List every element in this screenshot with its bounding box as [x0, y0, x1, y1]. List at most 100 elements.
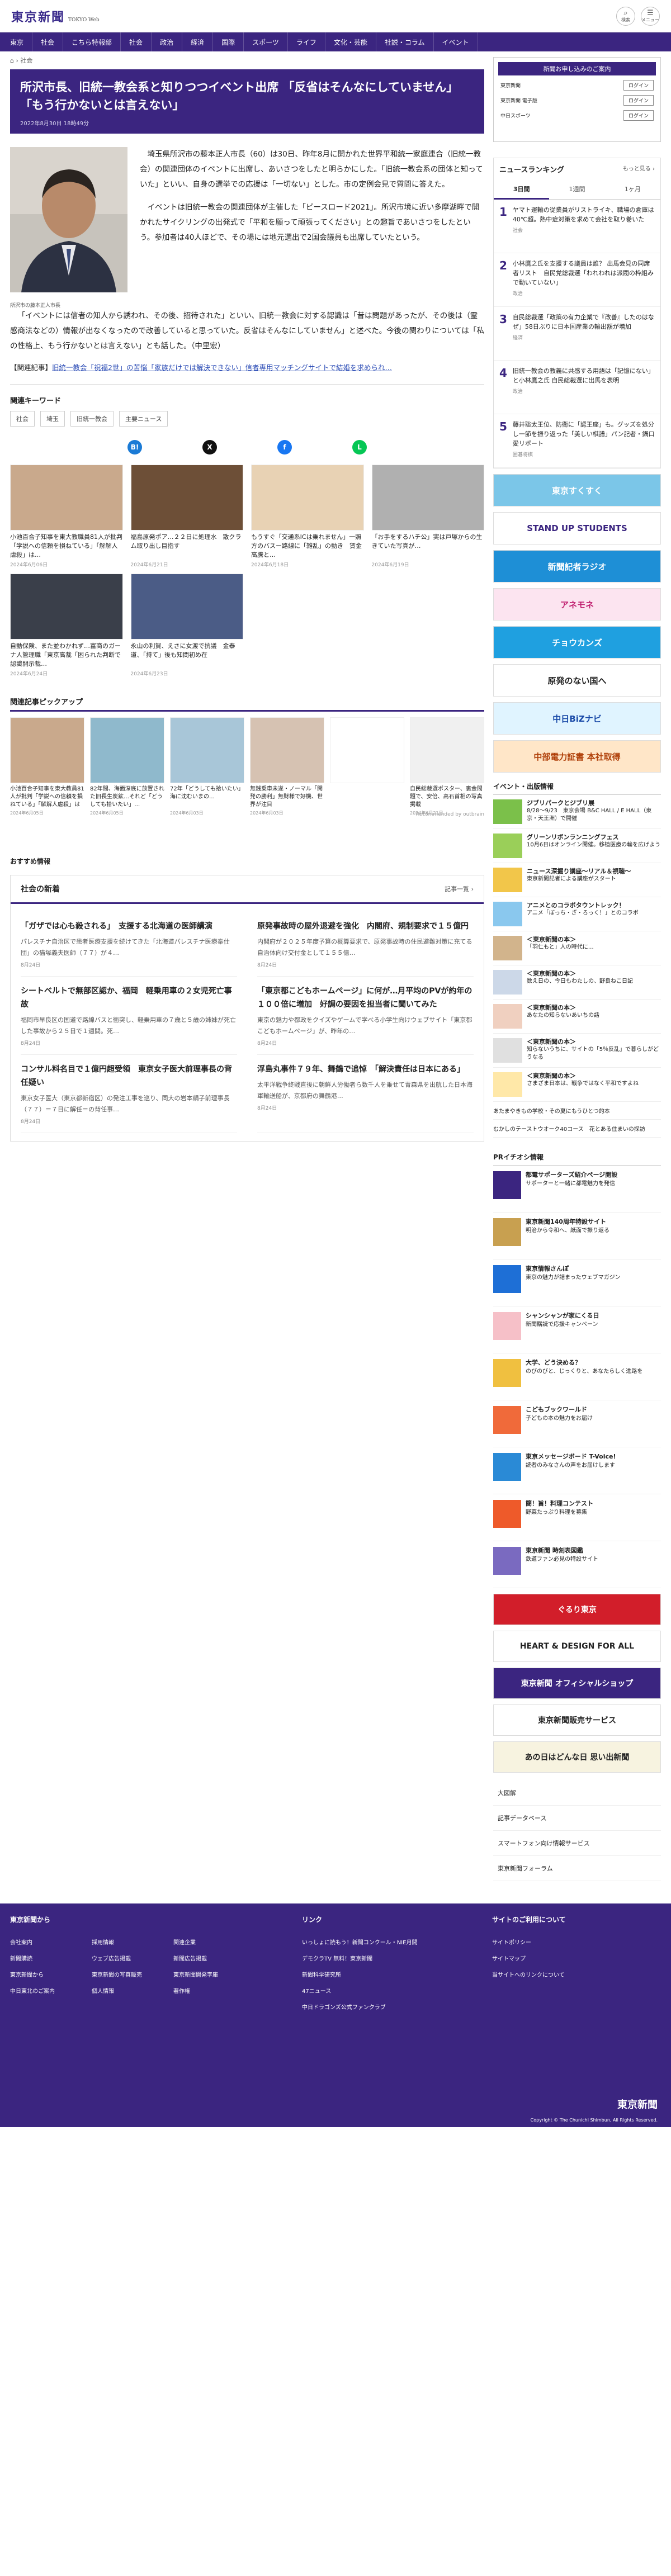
- footer-logo[interactable]: 東京新聞: [617, 2097, 658, 2111]
- event-item[interactable]: ＜東京新聞の本＞ あなたの知らないあいちの話: [493, 1000, 661, 1034]
- keyword-tag[interactable]: 主要ニュース: [119, 411, 168, 427]
- pr-item[interactable]: 東京メッセージボード T-Voice! 読者のみなさんの声をお届けします: [493, 1447, 661, 1494]
- footer-link[interactable]: 新聞広告掲載: [173, 1954, 246, 1962]
- facebook-icon[interactable]: f: [277, 440, 292, 454]
- footer-link[interactable]: 中日東北のご案内: [10, 1986, 83, 1995]
- side-banner[interactable]: 中日BiZナビ: [493, 702, 661, 735]
- side-banner[interactable]: チョウカンズ: [493, 626, 661, 659]
- social-news-item[interactable]: 「東京都こどもホームページ」に何が…月平均のPVが約年の１００倍に増加 好調の要…: [257, 977, 474, 1055]
- login-button[interactable]: ログイン: [623, 110, 654, 121]
- related-article-link[interactable]: 旧統一教会「祝福2世」の苦悩「家族だけでは解決できない」信者専用マッチングサイト…: [52, 363, 392, 372]
- related-card[interactable]: 小池百合子知事を東大教職員81人が批判「学説への信頼を損ねている」「解解人虐殺」…: [10, 465, 123, 568]
- home-icon[interactable]: ⌂: [10, 57, 14, 64]
- footer-link[interactable]: 東京新聞から: [10, 1970, 83, 1978]
- social-news-item[interactable]: シートベルトで無部区認か、福岡 軽乗用車の２女児死亡事故 福岡市早良区の国道で路線…: [21, 977, 237, 1055]
- related-card[interactable]: 自動保険、また並わかれず…富商のガーナ人管理職「東京高裁「困られた判断で認識開示…: [10, 574, 123, 677]
- nav-item[interactable]: イベント: [434, 32, 478, 51]
- site-logo[interactable]: 東京新聞 TOKYO Web: [11, 7, 100, 25]
- social-news-item[interactable]: コンサル料名目で１億円超受領 東京女子医大前理事長の背任疑い 東京女子医大（東京都…: [21, 1055, 237, 1133]
- footer-link[interactable]: 関連企業: [173, 1938, 246, 1946]
- side-banner[interactable]: 東京すくすく: [493, 474, 661, 506]
- pickup-card[interactable]: [330, 717, 404, 816]
- pr-item[interactable]: 簡！旨！料理コンテスト 野菜たっぷり料理を募集: [493, 1494, 661, 1541]
- side-banner[interactable]: あの日はどんな日 思い出新聞: [493, 1741, 661, 1773]
- pickup-card[interactable]: 自民総裁選ポスター、裏金問題で、安倍、高石首相の写真掲載 2024年6月21日: [410, 717, 484, 816]
- event-link[interactable]: あたまやきもの学校・その夏にもうひとつ的本: [493, 1102, 661, 1120]
- footer-link[interactable]: サイトマップ: [492, 1954, 566, 1962]
- pr-item[interactable]: 東京新聞140周年特設サイト 明治から令和へ、紙面で振り返る: [493, 1213, 661, 1259]
- pickup-card[interactable]: 無銭乗車未遂・ノーマル「開発の勝利」無財様で好機、世界が注目 2024年6月03日: [250, 717, 324, 816]
- event-item[interactable]: ＜東京新聞の本＞ 知らないうちに、サイトの「5％反乱」で暮らしがどうなる: [493, 1034, 661, 1068]
- nav-item[interactable]: スポーツ: [244, 32, 288, 51]
- social-more-link[interactable]: 記事一覧 ›: [445, 884, 474, 893]
- side-link[interactable]: 東京新聞フォーラム: [493, 1856, 661, 1881]
- side-banner[interactable]: アネモネ: [493, 588, 661, 621]
- keyword-tag[interactable]: 埼玉: [40, 411, 65, 427]
- side-link[interactable]: 大図解: [493, 1781, 661, 1806]
- event-item[interactable]: アニメとのコラボタウントレック！ アニメ「ぼっち・ざ・ろっく！」とのコラボ: [493, 897, 661, 931]
- footer-link[interactable]: デモクラTV 無料！東京新聞: [302, 1954, 470, 1962]
- pr-item[interactable]: 東京新聞 時刻表図鑑 鉄道ファン必見の特設サイト: [493, 1541, 661, 1588]
- nav-item[interactable]: ライフ: [288, 32, 325, 51]
- side-banner[interactable]: 東京新聞販売サービス: [493, 1704, 661, 1736]
- nav-item[interactable]: こちら特報部: [63, 32, 121, 51]
- pickup-card[interactable]: 小池百合子知事を東大教員81人が批判「学説への信頼を損ねている」「解解人虐殺」は…: [10, 717, 84, 816]
- side-banner[interactable]: 新聞記者ラジオ: [493, 550, 661, 583]
- footer-link[interactable]: いっしょに読もう！新聞コンクール・NIE月間: [302, 1938, 470, 1946]
- breadcrumb-category[interactable]: 社会: [20, 57, 32, 64]
- footer-link[interactable]: 当サイトへのリンクについて: [492, 1970, 566, 1978]
- login-button[interactable]: ログイン: [623, 95, 654, 106]
- social-news-item[interactable]: 原発事故時の屋外退避を強化 内閣府、規制要求で１５億円 内閣府が２０２５年度予算の…: [257, 912, 474, 977]
- ranking-item[interactable]: 5 藤井聡太王位、防衛に「認王座」も。グッズを処分し一節を振り返った「美しい棋譜」…: [494, 414, 660, 468]
- search-button[interactable]: ⌕ 検索: [616, 6, 635, 26]
- event-item[interactable]: ＜東京新聞の本＞ 数え日の、今日もわたしの、野良ねこ日記: [493, 965, 661, 1000]
- nav-item[interactable]: 経済: [182, 32, 214, 51]
- footer-link[interactable]: サイトポリシー: [492, 1938, 566, 1946]
- footer-link[interactable]: 新聞科学研究所: [302, 1970, 470, 1978]
- event-link[interactable]: むかしのテーストウオーク40コース 花とある住まいの探訪: [493, 1120, 661, 1138]
- event-item[interactable]: ＜東京新聞の本＞ 「羽仁もと」人の時代に…: [493, 931, 661, 965]
- nav-item[interactable]: 東京: [10, 32, 33, 51]
- side-link[interactable]: スマートフォン向け情報サービス: [493, 1831, 661, 1856]
- nav-item[interactable]: 国際: [213, 32, 244, 51]
- ranking-more-link[interactable]: もっと見る ›: [623, 164, 655, 174]
- footer-link[interactable]: 東京新聞開発字庫: [173, 1970, 246, 1978]
- nav-item[interactable]: 社会: [121, 32, 152, 51]
- login-button[interactable]: ログイン: [623, 80, 654, 91]
- ranking-item[interactable]: 3 自民総裁選「政策の有力企業で『改善』したのはなぜ」58日ぶりに日本国産業の輸出…: [494, 307, 660, 361]
- pickup-card[interactable]: 72年「どうしても拾いたい」 海に沈むいまの… 2024年6月03日: [170, 717, 244, 816]
- related-card[interactable]: 永山の利賀、えさに女渡で抗議 金泰道、「持て」後も知問初め在 2024年6月23日: [130, 574, 243, 677]
- ranking-item[interactable]: 4 旧統一教会の教義に共感する用語は「記憶にない」と小林鷹之氏 自民総裁選に出馬を…: [494, 361, 660, 414]
- footer-link[interactable]: 中日ドラゴンズ公式ファンクラブ: [302, 2002, 470, 2011]
- footer-link[interactable]: 会社案内: [10, 1938, 83, 1946]
- b-icon[interactable]: B!: [127, 440, 142, 454]
- event-item[interactable]: ニュース深掘り講座〜リアル＆視聴〜 東京新聞記者による講座がスタート: [493, 863, 661, 897]
- nav-item[interactable]: 政治: [152, 32, 183, 51]
- pr-item[interactable]: こどもブックワールド 子どもの本の魅力をお届け: [493, 1400, 661, 1447]
- social-news-item[interactable]: 「ガザでは心も殺される」 支援する北海道の医師講演 パレスチナ自治区で患者医療支援…: [21, 912, 237, 977]
- keyword-tag[interactable]: 社会: [10, 411, 35, 427]
- footer-link[interactable]: 採用情報: [92, 1938, 164, 1946]
- pr-item[interactable]: 都電サポーターズ紹介ページ開設 サポーターと一緒に都電魅力を発信: [493, 1166, 661, 1213]
- footer-link[interactable]: 著作権: [173, 1986, 246, 1995]
- keyword-tag[interactable]: 旧統一教会: [70, 411, 114, 427]
- side-banner[interactable]: ぐるり東京: [493, 1594, 661, 1625]
- ranking-tab[interactable]: 3日間: [494, 180, 550, 200]
- nav-item[interactable]: 社説・コラム: [376, 32, 434, 51]
- nav-item[interactable]: 文化・芸能: [325, 32, 376, 51]
- side-banner[interactable]: HEART & DESIGN FOR ALL: [493, 1631, 661, 1662]
- pr-item[interactable]: 東京情報さんぽ 東京の魅力が詰まったウェブマガジン: [493, 1259, 661, 1306]
- event-item[interactable]: グリーンリボンランニングフェス 10月6日はオンライン開催。移植医療の輪を広げよう: [493, 829, 661, 863]
- line-icon[interactable]: L: [352, 440, 367, 454]
- side-banner[interactable]: 中部電力証書 本社取得: [493, 740, 661, 773]
- side-banner[interactable]: STAND UP STUDENTS: [493, 512, 661, 544]
- pr-item[interactable]: シャンシャンが家にくる日 新聞購読で応援キャンペーン: [493, 1306, 661, 1353]
- side-banner[interactable]: 東京新聞 オフィシャルショップ: [493, 1668, 661, 1699]
- ranking-tab[interactable]: 1週間: [549, 180, 605, 200]
- footer-link[interactable]: 新聞購読: [10, 1954, 83, 1962]
- social-news-item[interactable]: 浮島丸事件７９年、舞鶴で追悼 「解決責任は日本にある」 太平洋戦争終戦直後に朝鮮人…: [257, 1055, 474, 1133]
- pickup-card[interactable]: 82年間、海面深底に放置された旧長生炭鉱…それど「どうしても拾いたい」… 2024…: [90, 717, 164, 816]
- event-item[interactable]: ジブリパークとジブリ展 8/28〜9/23 東京会場 B&C HALL / E H…: [493, 795, 661, 829]
- footer-link[interactable]: ウェブ広告掲載: [92, 1954, 164, 1962]
- ranking-item[interactable]: 1 ヤマト運輸の従業員がリストライキ、職場の倉庫は40℃超。熱中症対策を求めて会社…: [494, 200, 660, 253]
